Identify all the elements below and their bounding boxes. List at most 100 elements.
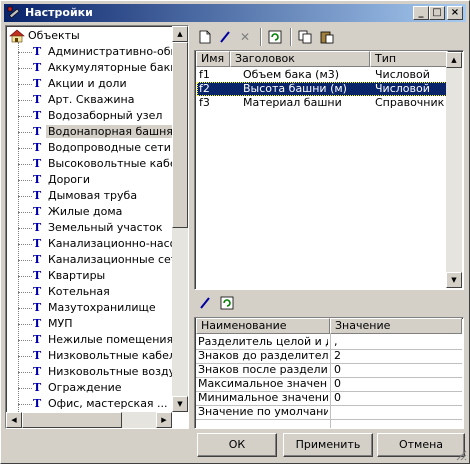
tree-item[interactable]: T Канализационно-насосн [6, 236, 188, 252]
refresh-properties-button[interactable] [218, 294, 236, 312]
scroll-left-button[interactable]: ◀ [6, 412, 22, 428]
property-value[interactable] [334, 405, 460, 419]
tree-item-label: Административно-общес [48, 45, 189, 58]
scroll-down-button[interactable]: ▼ [172, 396, 188, 412]
property-name: Знаков до разделителя [198, 349, 328, 362]
tree-item[interactable]: T Дороги [6, 172, 172, 188]
close-button[interactable]: × [447, 6, 463, 20]
field-cell-type[interactable]: Справочник [375, 96, 445, 110]
tree-item[interactable]: T Низковольтные кабель [6, 348, 182, 364]
scroll-right-button[interactable]: ▶ [156, 412, 172, 428]
tree-item[interactable]: T Нежилые помещения [6, 332, 173, 348]
field-cell-name[interactable]: f1 [199, 68, 229, 82]
tree-item[interactable]: T Жилые дома [6, 204, 172, 220]
maximize-button[interactable]: □ [429, 6, 445, 20]
text-type-icon: T [33, 269, 42, 282]
scroll-up-button[interactable]: ▲ [172, 26, 188, 42]
refresh-fields-button[interactable] [266, 28, 284, 46]
tree-item[interactable]: T Офис, мастерская ... [6, 396, 172, 412]
tree-item[interactable]: T Акции и доли [6, 76, 172, 92]
tree-item[interactable]: T МУП [6, 316, 172, 332]
tree-item-label: Дымовая труба [48, 189, 138, 202]
maximize-icon: □ [432, 7, 442, 18]
text-type-icon: T [33, 93, 42, 106]
scroll-down-button[interactable]: ▼ [446, 272, 462, 288]
tree-item[interactable]: T Аккумуляторные баки [6, 60, 177, 76]
fields-table[interactable]: Имя Заголовок Тип f1 Объем бака (м3) Число… [194, 50, 464, 290]
field-cell-type[interactable]: Числовой [375, 68, 445, 82]
fields-vertical-scrollbar[interactable]: ▲ ▼ [446, 52, 462, 288]
title-bar[interactable]: Настройки _ □ × [4, 4, 466, 22]
properties-grid[interactable]: Наименование Значение Разделитель целой … [194, 317, 464, 429]
tree-connector [18, 180, 32, 181]
property-value[interactable]: 0 [334, 377, 460, 391]
column-header-type[interactable]: Тип [370, 51, 448, 67]
text-type-icon: T [33, 141, 42, 154]
tree-item[interactable]: T Мазутохранилище [6, 300, 172, 316]
edit-property-button[interactable] [196, 294, 214, 312]
tree-item[interactable]: T Водонапорная башня [6, 124, 175, 140]
property-value[interactable]: 0 [334, 391, 460, 405]
tree-item[interactable]: T Котельная [6, 284, 172, 300]
ok-button[interactable]: ОК [197, 433, 277, 457]
right-panel: ✕ Имя Заголовок Тип f1 Объем бака (м3) Ч… [194, 25, 464, 429]
tree-item[interactable]: T Дымовая труба [6, 188, 172, 204]
tree-root[interactable]: Объекты [6, 28, 172, 44]
objects-tree[interactable]: Объекты T Административно-общес T Аккумулят… [5, 25, 189, 429]
tree-item[interactable]: T Квартиры [6, 268, 172, 284]
tree-item[interactable]: T Водопроводные сети [6, 140, 172, 156]
tree-horizontal-scrollbar[interactable]: ◀ ▶ [6, 412, 172, 428]
tree-connector [18, 116, 32, 117]
edit-pencil-icon [220, 31, 230, 43]
tree-item-label: Водозаборный узел [48, 109, 163, 122]
tree-item[interactable]: T Земельный участок [6, 220, 172, 236]
tree-item[interactable]: T Высоковольтные кабе. [6, 156, 180, 172]
tree-item[interactable]: T Низковольтные воздуш [6, 364, 185, 380]
tree-item[interactable]: T Административно-общес [6, 44, 188, 60]
tree-item-label: Офис, мастерская ... [48, 397, 168, 410]
hscroll-thumb[interactable] [22, 412, 122, 428]
refresh-icon [220, 296, 234, 310]
tree-connector [18, 84, 32, 85]
scroll-up-button[interactable]: ▲ [446, 52, 462, 68]
property-value[interactable]: 0 [334, 363, 460, 377]
new-field-button[interactable] [196, 28, 214, 46]
paste-button[interactable] [318, 28, 336, 46]
minimize-button[interactable]: _ [413, 6, 429, 20]
text-type-icon: T [33, 349, 42, 362]
field-cell-type[interactable]: Числовой [375, 82, 445, 96]
field-cell-name[interactable]: f2 [199, 82, 229, 96]
field-cell-title[interactable]: Материал башни [243, 96, 369, 110]
field-cell-title[interactable]: Высота башни (м) [243, 82, 369, 96]
column-header-name[interactable]: Имя [196, 51, 230, 67]
edit-field-button[interactable] [216, 28, 234, 46]
property-value[interactable]: , [334, 335, 460, 349]
text-type-icon: T [33, 125, 42, 138]
column-header-property-value[interactable]: Значение [330, 318, 462, 334]
tree-connector [18, 340, 32, 341]
tree-item-label: Высоковольтные кабе. [48, 157, 181, 170]
house-icon [9, 29, 25, 43]
column-header-title[interactable]: Заголовок [230, 51, 370, 67]
text-type-icon: T [33, 365, 42, 378]
cancel-button[interactable]: Отмена [377, 433, 465, 457]
property-value[interactable]: 2 [334, 349, 460, 363]
tree-item[interactable]: T Арт. Скважина [6, 92, 172, 108]
apply-button[interactable]: Применить [283, 433, 373, 457]
tree-connector [18, 276, 32, 277]
tree-item[interactable]: T Ограждение [6, 380, 172, 396]
copy-button[interactable] [296, 28, 314, 46]
tree-vertical-scrollbar[interactable]: ▲ ▼ [172, 26, 188, 412]
scroll-thumb[interactable] [172, 42, 188, 228]
delete-field-button[interactable]: ✕ [236, 28, 254, 46]
column-header-property-name[interactable]: Наименование [196, 318, 330, 334]
tree-connector [18, 324, 32, 325]
text-type-icon: T [33, 317, 42, 330]
field-cell-title[interactable]: Объем бака (м3) [243, 68, 369, 82]
tree-item-label: Котельная [48, 285, 110, 298]
tree-item[interactable]: T Водозаборный узел [6, 108, 172, 124]
tree-item-label: Дороги [48, 173, 90, 186]
resize-grip-icon[interactable] [455, 449, 467, 461]
field-cell-name[interactable]: f3 [199, 96, 229, 110]
tree-item[interactable]: T Канализационные сети [6, 252, 184, 268]
